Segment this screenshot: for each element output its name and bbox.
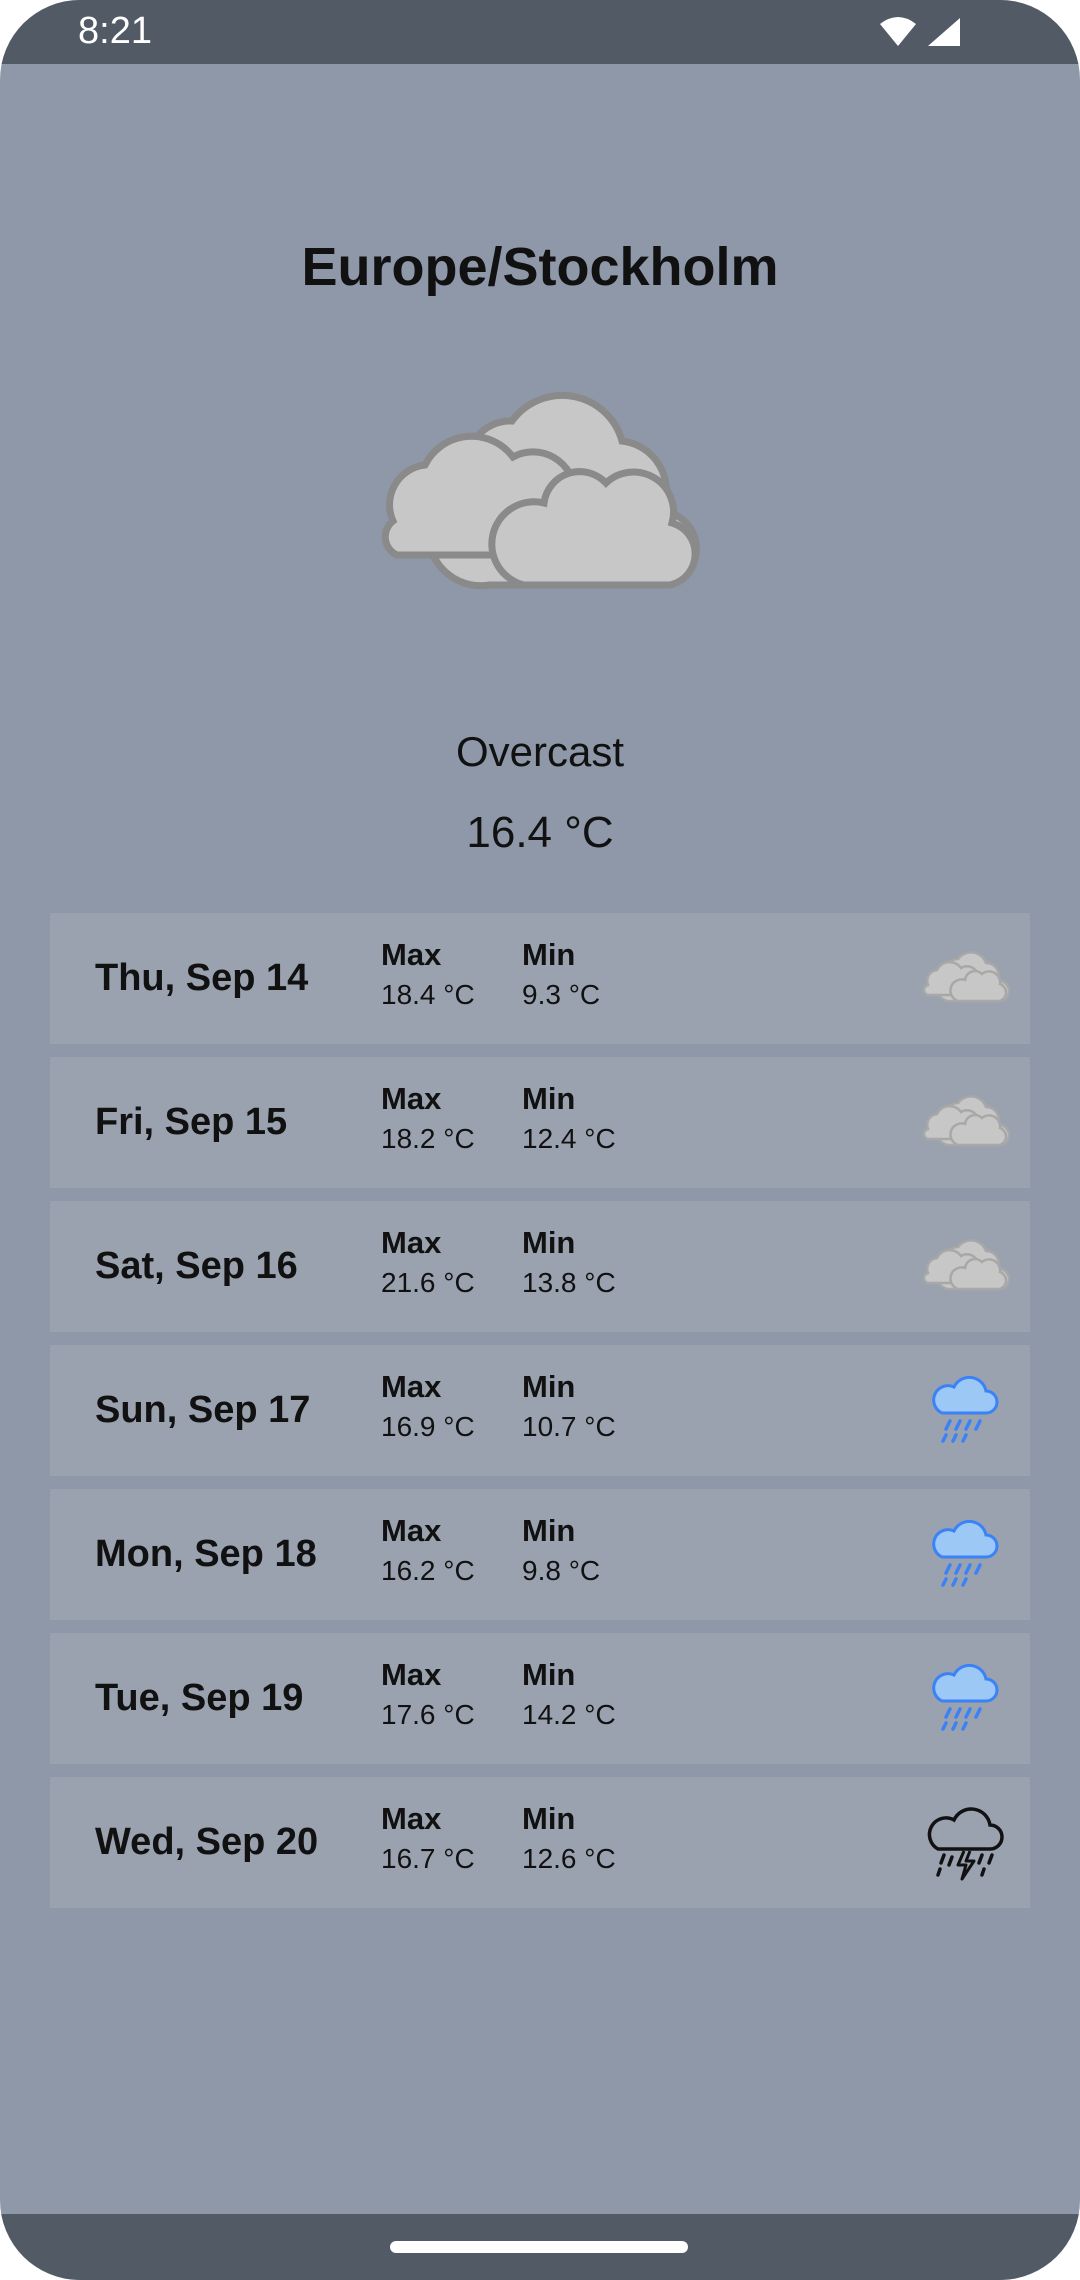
min-label: Min (522, 1369, 576, 1404)
forecast-day: Fri, Sep 15 (95, 1101, 288, 1143)
max-value: 16.7 °C (381, 1843, 475, 1874)
min-value: 10.7 °C (522, 1411, 616, 1442)
min-label: Min (522, 1225, 576, 1260)
min-label: Min (522, 1513, 576, 1548)
max-label: Max (381, 1225, 442, 1260)
max-label: Max (381, 1513, 442, 1548)
signal-icon (928, 18, 960, 46)
max-temperature: Max 16.2 °C (381, 1513, 475, 1587)
max-label: Max (381, 1081, 442, 1116)
min-temperature: Min 12.6 °C (522, 1801, 616, 1875)
forecast-row[interactable]: Sun, Sep 17 Max 16.9 °C Min 10.7 °C (50, 1345, 1030, 1476)
min-temperature: Min 9.3 °C (522, 937, 600, 1011)
forecast-day: Wed, Sep 20 (95, 1821, 319, 1863)
max-label: Max (381, 1801, 442, 1836)
rain-cloud-icon (932, 1519, 999, 1587)
forecast-day: Mon, Sep 18 (95, 1533, 317, 1575)
thunderstorm-cloud-icon (927, 1807, 1004, 1881)
min-temperature: Min 13.8 °C (522, 1225, 616, 1299)
status-time: 8:21 (78, 10, 152, 52)
rain-cloud-icon (932, 1663, 999, 1731)
navigation-bar (0, 2214, 1080, 2280)
overcast-cloud-icon (922, 951, 1010, 1003)
min-temperature: Min 12.4 °C (522, 1081, 616, 1155)
wifi-icon (880, 17, 916, 46)
min-label: Min (522, 1801, 576, 1836)
min-label: Min (522, 1657, 576, 1692)
overcast-cloud-icon (922, 1095, 1010, 1147)
overcast-cloud-icon (922, 1239, 1010, 1291)
app-screen: 8:21 Europe/Stockholm Overcast 16.4 °C T… (0, 0, 1080, 2280)
min-label: Min (522, 1081, 576, 1116)
min-value: 9.8 °C (522, 1555, 601, 1586)
max-value: 18.4 °C (381, 979, 475, 1010)
max-value: 16.9 °C (381, 1411, 475, 1442)
max-temperature: Max 18.2 °C (381, 1081, 475, 1155)
forecast-row[interactable]: Sat, Sep 16 Max 21.6 °C Min 13.8 °C (50, 1201, 1030, 1332)
min-value: 12.4 °C (522, 1123, 616, 1154)
home-gesture-handle[interactable] (390, 2241, 688, 2253)
max-value: 17.6 °C (381, 1699, 475, 1730)
min-value: 12.6 °C (522, 1843, 616, 1874)
max-value: 21.6 °C (381, 1267, 475, 1298)
max-temperature: Max 17.6 °C (381, 1657, 475, 1731)
min-value: 13.8 °C (522, 1267, 616, 1298)
min-temperature: Min 10.7 °C (522, 1369, 616, 1443)
current-condition: Overcast (455, 728, 625, 775)
forecast-row[interactable]: Tue, Sep 19 Max 17.6 °C Min 14.2 °C (50, 1633, 1030, 1764)
max-label: Max (381, 1657, 442, 1692)
status-bar: 8:21 (0, 0, 1080, 64)
max-temperature: Max 16.7 °C (381, 1801, 475, 1875)
overcast-cloud-icon (381, 391, 700, 590)
min-temperature: Min 9.8 °C (522, 1513, 600, 1587)
location-title: Europe/Stockholm (301, 237, 779, 297)
forecast-day: Thu, Sep 14 (95, 957, 309, 999)
max-label: Max (381, 937, 442, 972)
min-temperature: Min 14.2 °C (522, 1657, 616, 1731)
forecast-day: Tue, Sep 19 (95, 1677, 304, 1719)
current-temperature: 16.4 °C (466, 808, 614, 857)
status-icons (878, 16, 962, 48)
max-value: 16.2 °C (381, 1555, 475, 1586)
forecast-row[interactable]: Wed, Sep 20 Max 16.7 °C Min 12.6 °C (50, 1777, 1030, 1908)
forecast-row[interactable]: Thu, Sep 14 Max 18.4 °C Min 9.3 °C (50, 913, 1030, 1044)
forecast-row[interactable]: Fri, Sep 15 Max 18.2 °C Min 12.4 °C (50, 1057, 1030, 1188)
forecast-row[interactable]: Mon, Sep 18 Max 16.2 °C Min 9.8 °C (50, 1489, 1030, 1620)
min-label: Min (522, 937, 576, 972)
max-label: Max (381, 1369, 442, 1404)
max-temperature: Max 16.9 °C (381, 1369, 475, 1443)
min-value: 14.2 °C (522, 1699, 616, 1730)
forecast-list: Thu, Sep 14 Max 18.4 °C Min 9.3 °C Fri, … (50, 913, 1030, 1921)
max-temperature: Max 18.4 °C (381, 937, 475, 1011)
max-value: 18.2 °C (381, 1123, 475, 1154)
forecast-day: Sat, Sep 16 (95, 1245, 298, 1287)
min-value: 9.3 °C (522, 979, 601, 1010)
forecast-day: Sun, Sep 17 (95, 1389, 311, 1431)
max-temperature: Max 21.6 °C (381, 1225, 475, 1299)
rain-cloud-icon (932, 1375, 999, 1443)
